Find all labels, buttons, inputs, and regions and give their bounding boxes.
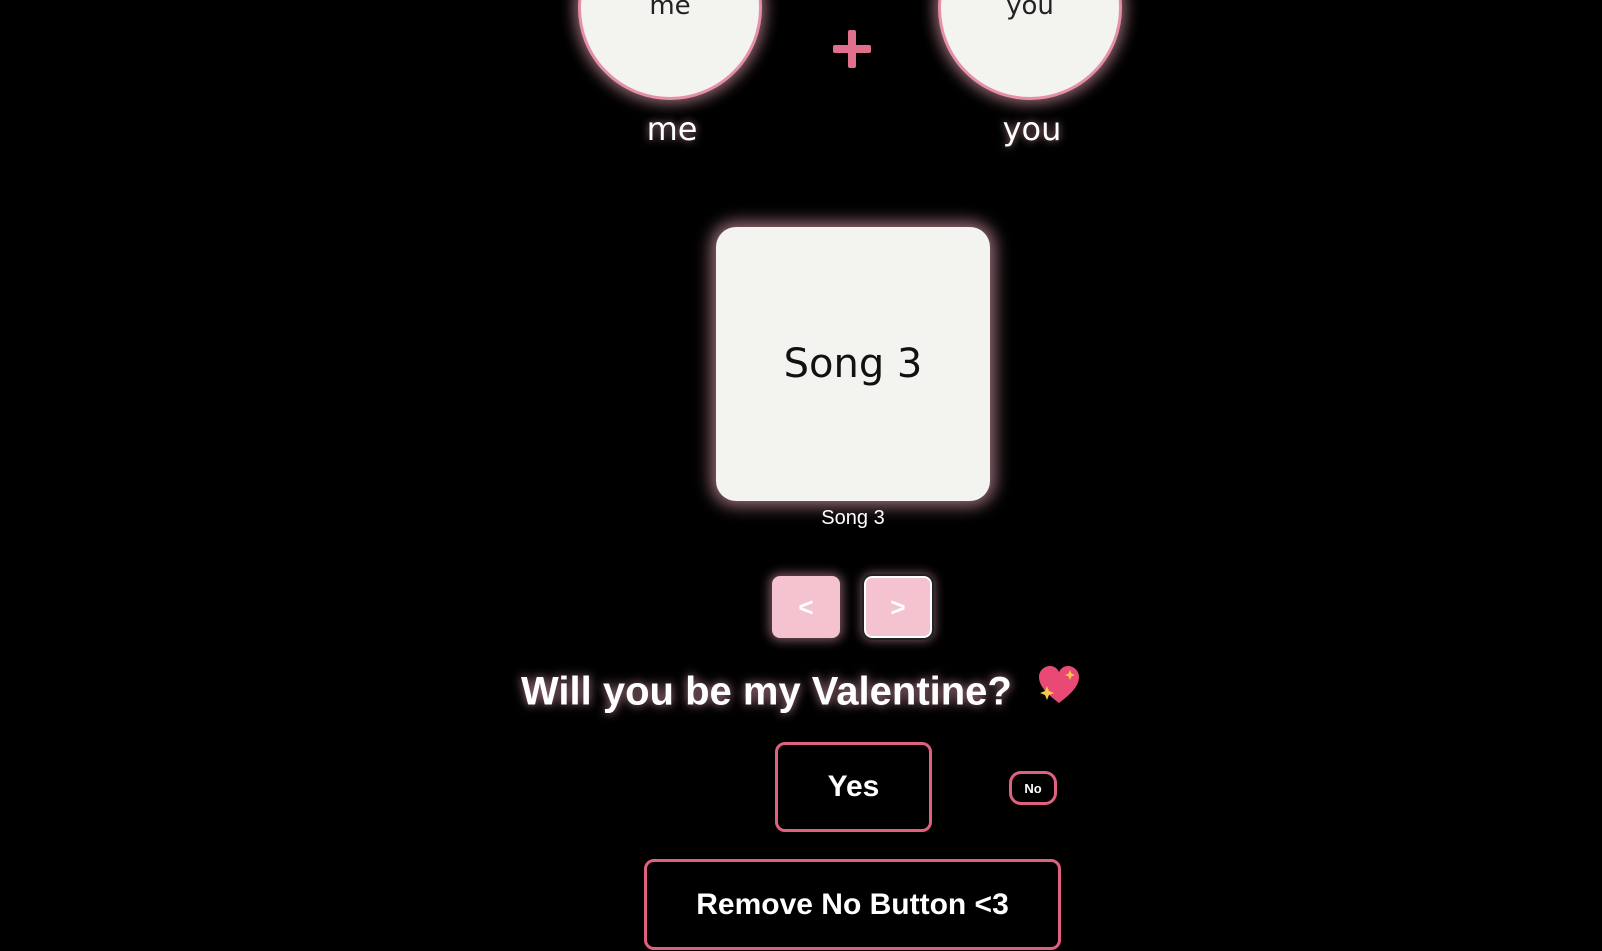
sparkling-heart-icon bbox=[1037, 664, 1081, 716]
song-card: Song 3 bbox=[716, 227, 990, 501]
previous-song-button[interactable]: < bbox=[772, 576, 840, 638]
avatar-me-text: me bbox=[649, 0, 691, 21]
song-card-title: Song 3 bbox=[783, 341, 923, 387]
avatar-me: me bbox=[578, 0, 762, 100]
avatar-you: you bbox=[938, 0, 1122, 100]
remove-no-button[interactable]: Remove No Button <3 bbox=[644, 859, 1061, 950]
name-label-me: me bbox=[646, 110, 698, 148]
valentine-question: Will you be my Valentine? bbox=[0, 666, 1602, 720]
song-caption: Song 3 bbox=[821, 507, 885, 529]
avatar-you-text: you bbox=[1006, 0, 1054, 21]
plus-icon bbox=[833, 30, 871, 68]
no-button[interactable]: No bbox=[1009, 771, 1057, 805]
valentine-page: me you me you Song 3 Song 3 < > Will you… bbox=[0, 0, 1602, 951]
yes-button[interactable]: Yes bbox=[775, 742, 932, 832]
question-text: Will you be my Valentine? bbox=[521, 669, 1012, 714]
name-label-you: you bbox=[1002, 110, 1062, 148]
next-song-button[interactable]: > bbox=[862, 574, 934, 640]
